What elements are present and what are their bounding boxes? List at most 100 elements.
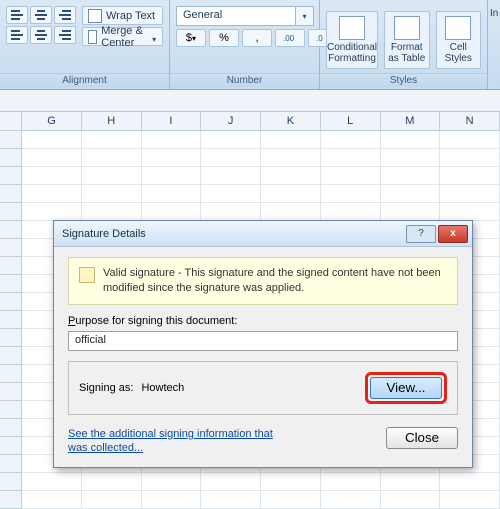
cell[interactable] [440, 473, 500, 491]
cell[interactable] [381, 473, 441, 491]
number-format-combo[interactable]: General [176, 6, 338, 26]
additional-info-link[interactable]: See the additional signing information t… [68, 427, 288, 456]
align-bottom-icon[interactable] [54, 6, 76, 24]
cell[interactable] [321, 491, 381, 509]
row-header[interactable] [0, 311, 22, 329]
currency-button[interactable]: $▾ [176, 29, 206, 47]
format-as-table-button[interactable]: Format as Table [384, 11, 430, 69]
cell[interactable] [22, 203, 82, 221]
col-header[interactable]: G [22, 112, 82, 130]
align-center-icon[interactable] [30, 26, 52, 44]
percent-button[interactable]: % [209, 29, 239, 47]
cell[interactable] [201, 473, 261, 491]
cell[interactable] [82, 131, 142, 149]
row-header[interactable] [0, 239, 22, 257]
cell[interactable] [22, 473, 82, 491]
col-header[interactable]: N [440, 112, 500, 130]
row-header[interactable] [0, 293, 22, 311]
cell[interactable] [440, 167, 500, 185]
cell[interactable] [22, 131, 82, 149]
cell[interactable] [381, 149, 441, 167]
row-header[interactable] [0, 491, 22, 509]
cell[interactable] [82, 491, 142, 509]
wrap-text-button[interactable]: Wrap Text [82, 6, 163, 25]
cell[interactable] [22, 167, 82, 185]
cell[interactable] [261, 185, 321, 203]
titlebar-close-button[interactable]: x [438, 225, 468, 243]
cell[interactable] [201, 185, 261, 203]
cell[interactable] [440, 131, 500, 149]
purpose-input[interactable]: official [68, 331, 458, 351]
cell[interactable] [82, 167, 142, 185]
col-header[interactable]: L [321, 112, 381, 130]
row-header[interactable] [0, 149, 22, 167]
cell[interactable] [22, 149, 82, 167]
row-header[interactable] [0, 203, 22, 221]
cell[interactable] [321, 185, 381, 203]
cell[interactable] [142, 185, 202, 203]
col-header[interactable]: K [261, 112, 321, 130]
row-header[interactable] [0, 257, 22, 275]
col-header[interactable]: J [201, 112, 261, 130]
number-format-chevron[interactable] [296, 6, 314, 26]
cell[interactable] [321, 473, 381, 491]
titlebar-help-button[interactable]: ? [406, 225, 436, 243]
align-left-icon[interactable] [6, 26, 28, 44]
align-top-icon[interactable] [6, 6, 28, 24]
cell[interactable] [82, 185, 142, 203]
cell[interactable] [261, 203, 321, 221]
cell[interactable] [201, 131, 261, 149]
cell[interactable] [261, 491, 321, 509]
cell[interactable] [321, 203, 381, 221]
cell[interactable] [22, 185, 82, 203]
row-header[interactable] [0, 347, 22, 365]
cell[interactable] [381, 203, 441, 221]
cell[interactable] [142, 167, 202, 185]
cell[interactable] [142, 131, 202, 149]
cell[interactable] [321, 149, 381, 167]
cell[interactable] [261, 473, 321, 491]
row-header[interactable] [0, 185, 22, 203]
cell[interactable] [440, 149, 500, 167]
col-header[interactable]: M [381, 112, 441, 130]
cell[interactable] [381, 131, 441, 149]
row-header[interactable] [0, 221, 22, 239]
row-header[interactable] [0, 383, 22, 401]
row-header[interactable] [0, 455, 22, 473]
dialog-titlebar[interactable]: Signature Details ? x [54, 221, 472, 247]
row-header[interactable] [0, 437, 22, 455]
cell[interactable] [82, 473, 142, 491]
select-all-corner[interactable] [0, 112, 22, 130]
cell[interactable] [261, 167, 321, 185]
row-header[interactable] [0, 329, 22, 347]
row-header[interactable] [0, 167, 22, 185]
cell[interactable] [440, 491, 500, 509]
merge-center-button[interactable]: Merge & Center [82, 27, 163, 46]
cell[interactable] [82, 149, 142, 167]
align-middle-icon[interactable] [30, 6, 52, 24]
row-header[interactable] [0, 365, 22, 383]
cell[interactable] [142, 149, 202, 167]
cell[interactable] [201, 167, 261, 185]
close-button[interactable]: Close [386, 427, 458, 449]
align-right-icon[interactable] [54, 26, 76, 44]
cell[interactable] [142, 473, 202, 491]
view-button[interactable]: View... [370, 377, 442, 399]
cell[interactable] [261, 149, 321, 167]
cell[interactable] [82, 203, 142, 221]
cell[interactable] [321, 131, 381, 149]
cell[interactable] [201, 491, 261, 509]
comma-button[interactable]: , [242, 29, 272, 47]
increase-decimal-icon[interactable]: .00 [275, 29, 305, 47]
row-header[interactable] [0, 473, 22, 491]
cell[interactable] [142, 203, 202, 221]
cell[interactable] [201, 203, 261, 221]
row-header[interactable] [0, 131, 22, 149]
row-header[interactable] [0, 275, 22, 293]
row-header[interactable] [0, 419, 22, 437]
cell[interactable] [440, 185, 500, 203]
cell[interactable] [440, 203, 500, 221]
cell[interactable] [201, 149, 261, 167]
cell[interactable] [261, 131, 321, 149]
cell[interactable] [381, 491, 441, 509]
